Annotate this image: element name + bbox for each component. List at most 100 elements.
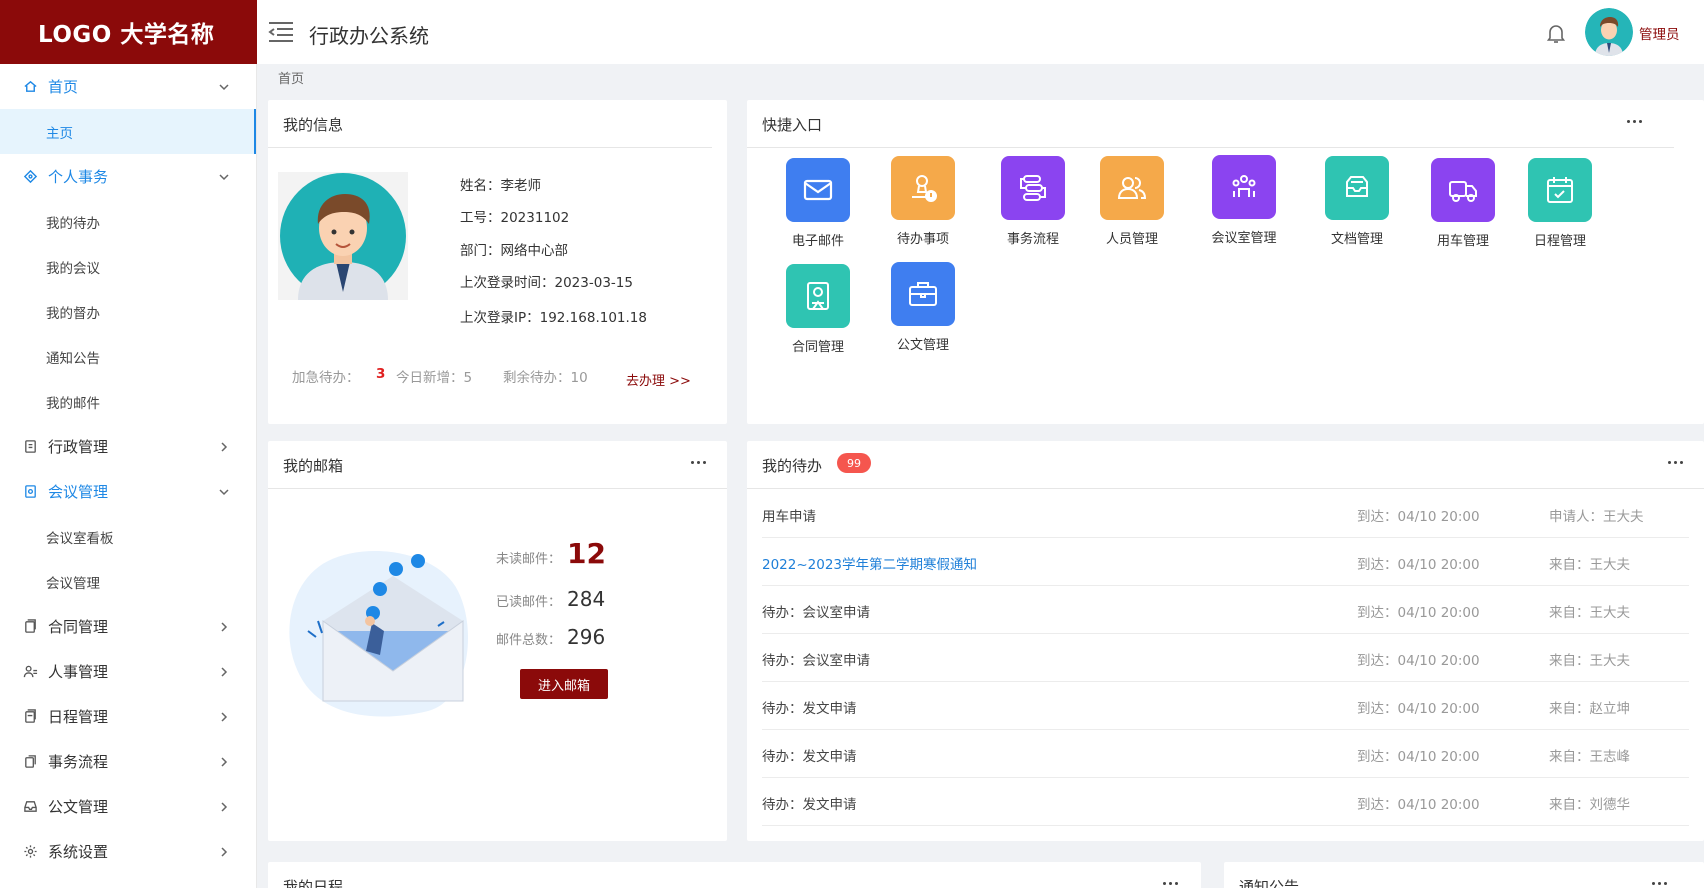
notice-card: 通知公告 [1224,862,1704,888]
unread-mail-count: 12 [567,537,606,570]
quick-entry-mail[interactable]: 电子邮件 [773,158,863,249]
sidebar-sub-my-supervise[interactable]: 我的督办 [0,289,256,334]
todo-card: 我的待办 99 用车申请 到达：04/10 20:00 申请人：王大夫 2022~20… [747,441,1704,841]
quick-entry-stamp[interactable]: 待办事项 [878,156,968,247]
quick-entry-label: 人员管理 [1105,232,1158,247]
go-handle-link[interactable]: 去办理 >> [626,370,691,389]
quick-entry-flow[interactable]: 事务流程 [988,156,1078,247]
remaining-todo: 剩余待办：10 [503,370,588,386]
quick-entry-label: 电子邮件 [791,234,844,249]
quick-entry-calendar[interactable]: 日程管理 [1515,158,1605,249]
diamond-icon [22,169,38,185]
quick-entry-label: 待办事项 [896,232,949,247]
quick-entry-meeting[interactable]: 会议室管理 [1199,155,1289,246]
sidebar-item-label: 系统设置 [48,843,109,861]
mail-illustration [288,541,478,721]
more-icon[interactable] [1652,878,1674,888]
todo-row[interactable]: 待办：会议室申请 到达：04/10 20:00 来自：王大夫 [762,634,1689,682]
sidebar-item-settings[interactable]: 系统设置 [0,829,256,874]
quick-entry-label: 事务流程 [1006,232,1059,247]
more-icon[interactable] [691,457,713,467]
menu-toggle-icon[interactable] [267,20,295,44]
bell-icon[interactable] [1545,22,1567,44]
quick-entry-truck[interactable]: 用车管理 [1418,158,1508,249]
meeting-icon [1212,155,1276,219]
sidebar-item-label: 事务流程 [48,753,109,771]
todo-row[interactable]: 2022~2023学年第二学期寒假通知 到达：04/10 20:00 来自：王大夫 [762,538,1689,586]
clipboard-icon [22,439,38,455]
avatar[interactable] [1585,8,1633,56]
sidebar-sub-my-mail[interactable]: 我的邮件 [0,379,256,424]
todo-arrival-time: 到达：04/10 20:00 [1357,797,1480,813]
todo-row[interactable]: 用车申请 到达：04/10 20:00 申请人：王大夫 [762,490,1689,538]
quick-entry-label: 用车管理 [1436,234,1489,249]
archive-icon [1325,156,1389,220]
sidebar-item-hr[interactable]: 人事管理 [0,649,256,694]
quick-entry-archive[interactable]: 文档管理 [1312,156,1402,247]
more-icon[interactable] [1163,878,1185,888]
chevron-right-icon [218,846,230,858]
quick-entry-label: 公文管理 [896,338,949,353]
todo-arrival-time: 到达：04/10 20:00 [1357,605,1480,621]
more-icon[interactable] [1627,116,1649,126]
sidebar-item-admin[interactable]: 行政管理 [0,424,256,469]
sidebar-item-label: 日程管理 [48,708,109,726]
todo-title[interactable]: 2022~2023学年第二学期寒假通知 [762,553,977,573]
todo-title: 待办：发文申请 [762,797,857,813]
quick-entry-briefcase[interactable]: 公文管理 [878,262,968,353]
sidebar-sub-my-meeting[interactable]: 我的会议 [0,244,256,289]
quick-entry-people[interactable]: 人员管理 [1087,156,1177,247]
profile-avatar [278,172,408,300]
sidebar-sub-room-board[interactable]: 会议室看板 [0,514,256,559]
chevron-right-icon [218,621,230,633]
enter-mailbox-button[interactable]: 进入邮箱 [520,669,608,699]
todo-arrival-time: 到达：04/10 20:00 [1357,701,1480,717]
card-title: 我的日程 [283,878,344,888]
sidebar-sub-meeting-manage[interactable]: 会议管理 [0,559,256,604]
schedule-icon [22,709,38,725]
briefcase-icon [891,262,955,326]
sidebar-item-label: 人事管理 [48,663,109,681]
mailbox-card: 我的邮箱 未读邮件： 12 已读邮件： 284 邮件总数： 296 进入邮箱 [268,441,727,841]
info-dept: 部门：网络中心部 [460,243,568,259]
person-icon [22,664,38,680]
divider [268,488,727,489]
read-mail-stat: 已读邮件： 284 [496,587,606,611]
logo: LOGO 大学名称 [0,0,257,64]
chevron-right-icon [218,711,230,723]
info-name: 姓名：李老师 [460,178,541,194]
sidebar-sub-notice[interactable]: 通知公告 [0,334,256,379]
schedule-card: 我的日程 [268,862,1201,888]
card-title: 我的信息 [283,116,344,134]
card-title: 我的邮箱 [283,457,344,475]
todo-row[interactable]: 待办：会议室申请 到达：04/10 20:00 来自：王大夫 [762,586,1689,634]
inbox-icon [22,799,38,815]
sidebar-sub-main[interactable]: 主页 [0,109,256,154]
calendar-icon [1528,158,1592,222]
todo-title: 待办：发文申请 [762,749,857,765]
quick-entry-label: 合同管理 [791,340,844,355]
quick-entry-contract[interactable]: 合同管理 [773,264,863,355]
total-mail-stat: 邮件总数： 296 [496,625,606,649]
card-title: 快捷入口 [762,116,823,134]
truck-icon [1431,158,1495,222]
more-icon[interactable] [1668,457,1690,467]
todo-row[interactable]: 待办：发文申请 到达：04/10 20:00 来自：赵立坤 [762,682,1689,730]
sidebar-item-meeting[interactable]: 会议管理 [0,469,256,514]
sidebar-sub-my-todo[interactable]: 我的待办 [0,199,256,244]
todo-row[interactable]: 待办：发文申请 到达：04/10 20:00 来自：王志峰 [762,730,1689,778]
chevron-right-icon [218,666,230,678]
todo-title: 待办：会议室申请 [762,653,870,669]
todo-sender: 来自：王大夫 [1549,557,1630,573]
sidebar-item-home[interactable]: 首页 [0,64,256,109]
sidebar-item-schedule[interactable]: 日程管理 [0,694,256,739]
todo-row[interactable]: 待办：发文申请 到达：04/10 20:00 来自：刘德华 [762,778,1689,826]
info-last-ip: 上次登录IP：192.168.101.18 [460,310,647,326]
chevron-down-icon [218,81,230,93]
sidebar-item-label: 合同管理 [48,618,109,636]
user-name[interactable]: 管理员 [1639,23,1680,43]
sidebar-item-personal[interactable]: 个人事务 [0,154,256,199]
sidebar-item-contract[interactable]: 合同管理 [0,604,256,649]
sidebar-item-workflow[interactable]: 事务流程 [0,739,256,784]
sidebar-item-document[interactable]: 公文管理 [0,784,256,829]
